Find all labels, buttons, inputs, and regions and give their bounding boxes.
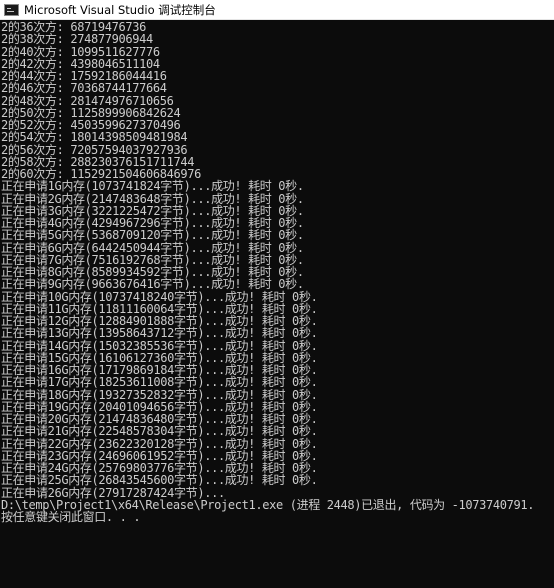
console-window: Microsoft Visual Studio 调试控制台 2的36次方: 68… (0, 0, 554, 588)
console-line: 正在申请26G内存(27917287424字节)... (1, 485, 225, 500)
console-line: 2的56次方: 72057594037927936 (1, 142, 188, 157)
console-line: 正在申请25G内存(26843545600字节)...成功! 耗时 0秒. (1, 473, 318, 488)
console-line: 正在申请9G内存(9663676416字节)...成功! 耗时 0秒. (1, 277, 304, 292)
title-bar[interactable]: Microsoft Visual Studio 调试控制台 (0, 0, 554, 20)
console-line: 正在申请18G内存(19327352832字节)...成功! 耗时 0秒. (1, 387, 318, 402)
console-line: 2的38次方: 274877906944 (1, 32, 153, 47)
console-line: 2的40次方: 1099511627776 (1, 44, 160, 59)
console-line: 正在申请13G内存(13958643712字节)...成功! 耗时 0秒. (1, 326, 318, 341)
console-line: 正在申请1G内存(1073741824字节)...成功! 耗时 0秒. (1, 179, 304, 194)
console-line: 2的54次方: 18014398509481984 (1, 130, 188, 145)
console-output[interactable]: 2的36次方: 68719476736 2的38次方: 274877906944 2… (1, 21, 554, 588)
window-title: Microsoft Visual Studio 调试控制台 (24, 2, 216, 17)
console-line: 正在申请2G内存(2147483648字节)...成功! 耗时 0秒. (1, 191, 304, 206)
console-line: 按任意键关闭此窗口. . . (1, 510, 141, 524)
console-line: 正在申请6G内存(6442450944字节)...成功! 耗时 0秒. (1, 240, 304, 255)
console-line: 2的46次方: 70368744177664 (1, 81, 167, 96)
console-line: 正在申请21G内存(22548578304字节)...成功! 耗时 0秒. (1, 424, 318, 439)
console-line: 正在申请5G内存(5368709120字节)...成功! 耗时 0秒. (1, 228, 304, 243)
console-line: 正在申请22G内存(23622320128字节)...成功! 耗时 0秒. (1, 436, 318, 451)
console-line: 正在申请10G内存(10737418240字节)...成功! 耗时 0秒. (1, 289, 318, 304)
console-line: 正在申请17G内存(18253611008字节)...成功! 耗时 0秒. (1, 375, 318, 390)
console-line: 2的48次方: 281474976710656 (1, 93, 174, 108)
console-app-icon (4, 3, 19, 16)
console-line: 正在申请14G内存(15032385536字节)...成功! 耗时 0秒. (1, 338, 318, 353)
